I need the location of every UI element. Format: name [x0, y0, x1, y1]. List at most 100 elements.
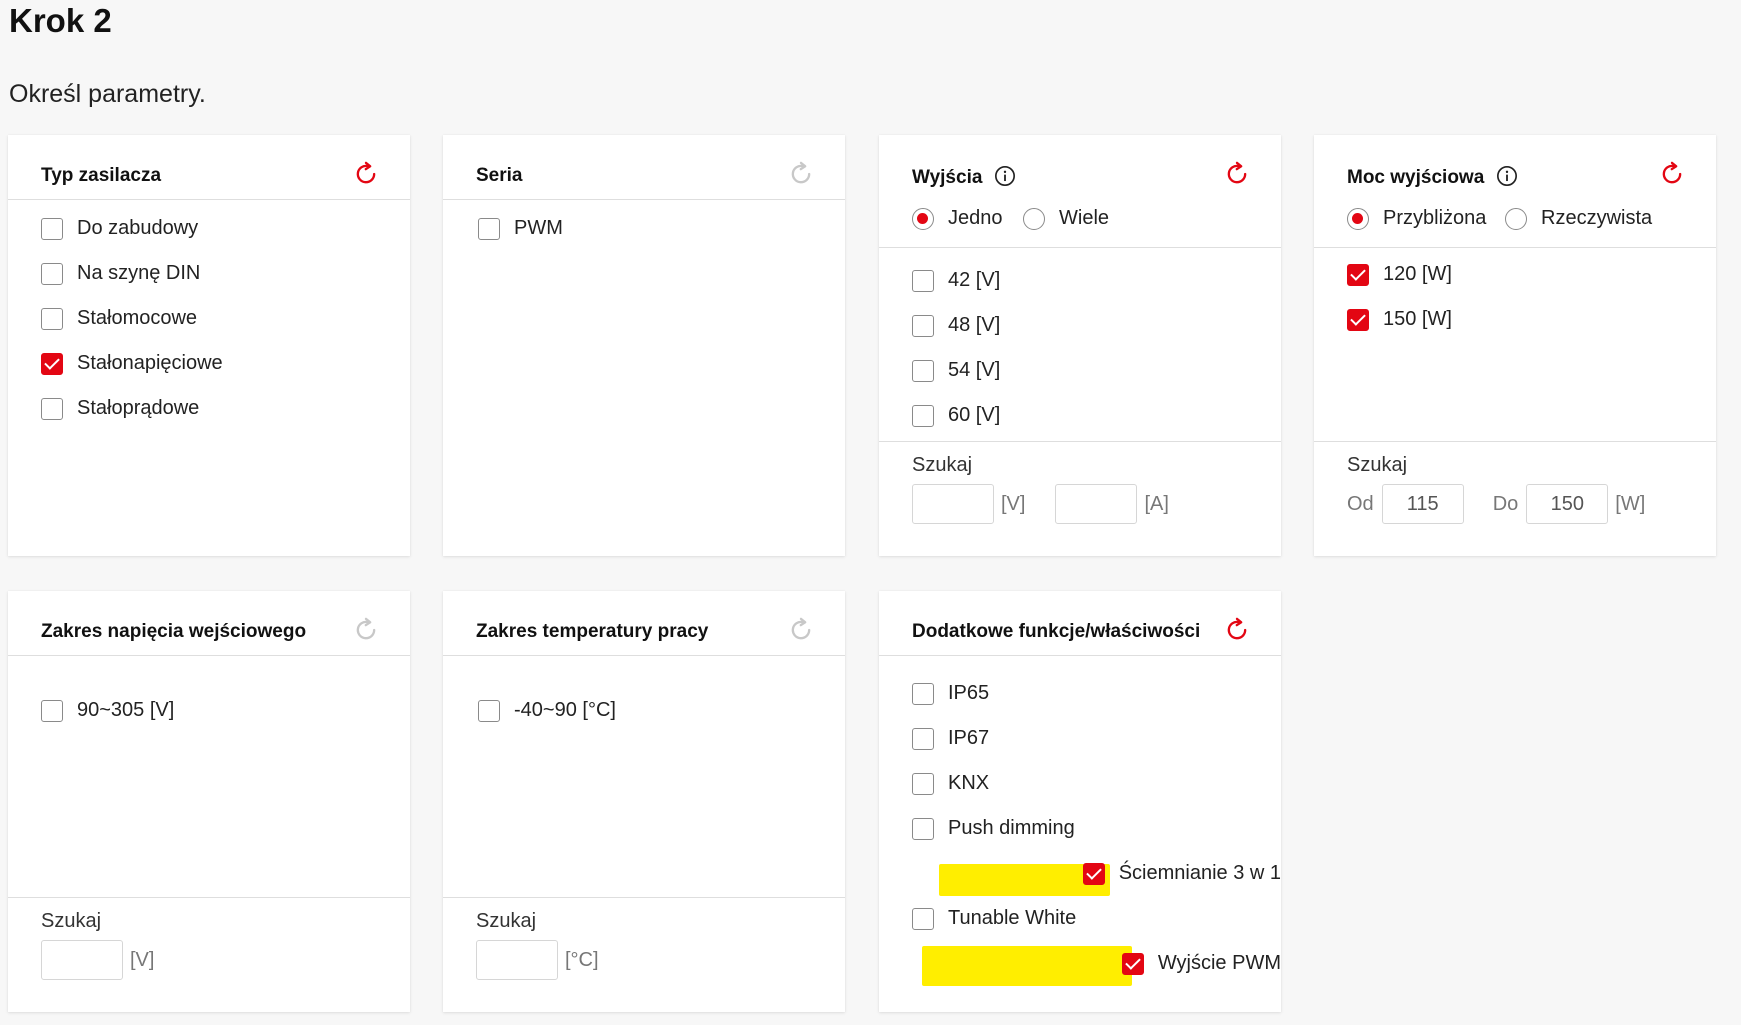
radio-button[interactable]: [1023, 207, 1045, 230]
checkbox[interactable]: [912, 727, 934, 750]
reset-icon[interactable]: [1223, 160, 1251, 188]
option-label: IP65: [948, 682, 990, 704]
search-label: Szukaj: [1347, 454, 1408, 476]
reset-icon[interactable]: [352, 616, 380, 644]
option-wyjscie-pwm[interactable]: Wyjście PWM: [879, 941, 1281, 986]
radio-button-selected[interactable]: [912, 207, 934, 230]
checkbox[interactable]: [912, 269, 934, 292]
card-header: Zakres temperatury pracy: [443, 591, 845, 656]
radio-jedno[interactable]: Jedno: [912, 207, 1003, 230]
checkbox[interactable]: [912, 817, 934, 840]
checkbox-checked[interactable]: [1082, 862, 1105, 885]
option-push-dimming[interactable]: Push dimming: [879, 806, 1281, 851]
option-pwm[interactable]: PWM: [445, 206, 845, 251]
search-section: Szukaj [°C]: [443, 897, 845, 1012]
option-tunable-white[interactable]: Tunable White: [879, 896, 1281, 941]
checkbox[interactable]: [478, 217, 500, 240]
card-seria: Seria PWM: [443, 135, 845, 556]
from-label: Od: [1347, 492, 1374, 515]
option-label: Stałomocowe: [77, 307, 198, 329]
option-label: -40~90 [°C]: [514, 699, 616, 721]
card-title: Zakres napięcia wejściowego: [41, 621, 307, 642]
voltage-search-input[interactable]: [912, 484, 994, 524]
current-search-input[interactable]: [1055, 484, 1138, 524]
page-title: Krok 2: [9, 2, 112, 39]
radio-button-selected[interactable]: [1347, 207, 1369, 230]
checkbox[interactable]: [912, 359, 934, 382]
temperature-search-input[interactable]: [476, 940, 558, 980]
info-icon[interactable]: [994, 165, 1016, 187]
option-150w[interactable]: 150 [W]: [1314, 297, 1716, 342]
radio-przyblizona[interactable]: Przybliżona: [1347, 207, 1486, 230]
card-moc-wyjsciowa: Moc wyjściowa Przybliżona Rzeczywista 12…: [1314, 135, 1716, 556]
unit-label: [°C]: [565, 948, 599, 971]
checkbox[interactable]: [41, 397, 63, 420]
highlight-marker: [922, 945, 1132, 986]
option-42v[interactable]: 42 [V]: [879, 258, 1281, 303]
card-title: Typ zasilacza: [41, 165, 162, 186]
option-120w[interactable]: 120 [W]: [1314, 252, 1716, 297]
card-header: Moc wyjściowa: [1314, 135, 1716, 199]
voltage-range-search-input[interactable]: [41, 940, 123, 980]
unit-label: [A]: [1144, 492, 1169, 515]
reset-icon[interactable]: [787, 160, 815, 188]
checkbox[interactable]: [912, 682, 934, 705]
card-zakres-temperatury: Zakres temperatury pracy -40~90 [°C] Szu…: [443, 591, 845, 1012]
option-label: PWM: [514, 217, 563, 239]
radio-label: Rzeczywista: [1541, 207, 1653, 229]
reset-icon[interactable]: [352, 160, 380, 188]
option-54v[interactable]: 54 [V]: [879, 348, 1281, 393]
option-label: 60 [V]: [948, 404, 1001, 426]
search-label: Szukaj: [912, 454, 973, 476]
checkbox[interactable]: [912, 314, 934, 337]
power-to-input[interactable]: [1526, 484, 1609, 524]
radio-label: Jedno: [948, 207, 1003, 229]
search-section: Szukaj Od Do [W]: [1314, 441, 1716, 556]
checkbox-checked[interactable]: [1347, 308, 1369, 331]
checkbox-checked[interactable]: [1347, 263, 1369, 286]
card-header: Zakres napięcia wejściowego: [8, 591, 410, 656]
option-do-zabudowy[interactable]: Do zabudowy: [8, 206, 410, 251]
card-title: Zakres temperatury pracy: [476, 621, 709, 642]
card-title: Dodatkowe funkcje/właściwości: [912, 621, 1201, 642]
option-stalonapieciowe[interactable]: Stałonapięciowe: [8, 341, 410, 386]
radio-rzeczywista[interactable]: Rzeczywista: [1505, 207, 1652, 230]
option-ip67[interactable]: IP67: [879, 716, 1281, 761]
checkbox-checked[interactable]: [41, 352, 63, 375]
option-na-szyne-din[interactable]: Na szynę DIN: [8, 251, 410, 296]
search-section: Szukaj [V]: [8, 897, 410, 1012]
card-wyjscia: Wyjścia Jedno Wiele 42 [V] 48 [V] 54 [V]…: [879, 135, 1281, 556]
radio-wiele[interactable]: Wiele: [1023, 207, 1109, 230]
option-48v[interactable]: 48 [V]: [879, 303, 1281, 348]
radio-button[interactable]: [1505, 207, 1527, 230]
option-90-305v[interactable]: 90~305 [V]: [8, 688, 410, 733]
checkbox[interactable]: [912, 907, 934, 930]
checkbox[interactable]: [41, 262, 63, 285]
reset-icon[interactable]: [1658, 160, 1686, 188]
reset-icon[interactable]: [1223, 616, 1251, 644]
option-label: Push dimming: [948, 817, 1075, 839]
reset-icon[interactable]: [787, 616, 815, 644]
checkbox[interactable]: [912, 404, 934, 427]
checkbox-checked[interactable]: [1121, 952, 1144, 975]
option-sciemnianie-3w1[interactable]: Ściemnianie 3 w 1: [879, 851, 1281, 896]
option-stalomocowe[interactable]: Stałomocowe: [8, 296, 410, 341]
checkbox[interactable]: [41, 217, 63, 240]
info-icon[interactable]: [1496, 165, 1518, 187]
option-label: Stałoprądowe: [77, 397, 200, 419]
power-mode-radio-group: Przybliżona Rzeczywista: [1314, 199, 1716, 248]
option-ip65[interactable]: IP65: [879, 671, 1281, 716]
option-label: KNX: [948, 772, 990, 794]
output-mode-radio-group: Jedno Wiele: [879, 199, 1281, 248]
option-knx[interactable]: KNX: [879, 761, 1281, 806]
checkbox[interactable]: [912, 772, 934, 795]
option-60v[interactable]: 60 [V]: [879, 393, 1281, 438]
checkbox[interactable]: [41, 699, 63, 722]
checkbox[interactable]: [41, 307, 63, 330]
power-from-input[interactable]: [1381, 484, 1464, 524]
checkbox[interactable]: [478, 699, 500, 722]
option-label: Do zabudowy: [77, 217, 199, 239]
page-subtitle: Określ parametry.: [9, 80, 206, 108]
option-staloprądowe[interactable]: Stałoprądowe: [8, 386, 410, 431]
option-temp-range[interactable]: -40~90 [°C]: [445, 688, 845, 733]
